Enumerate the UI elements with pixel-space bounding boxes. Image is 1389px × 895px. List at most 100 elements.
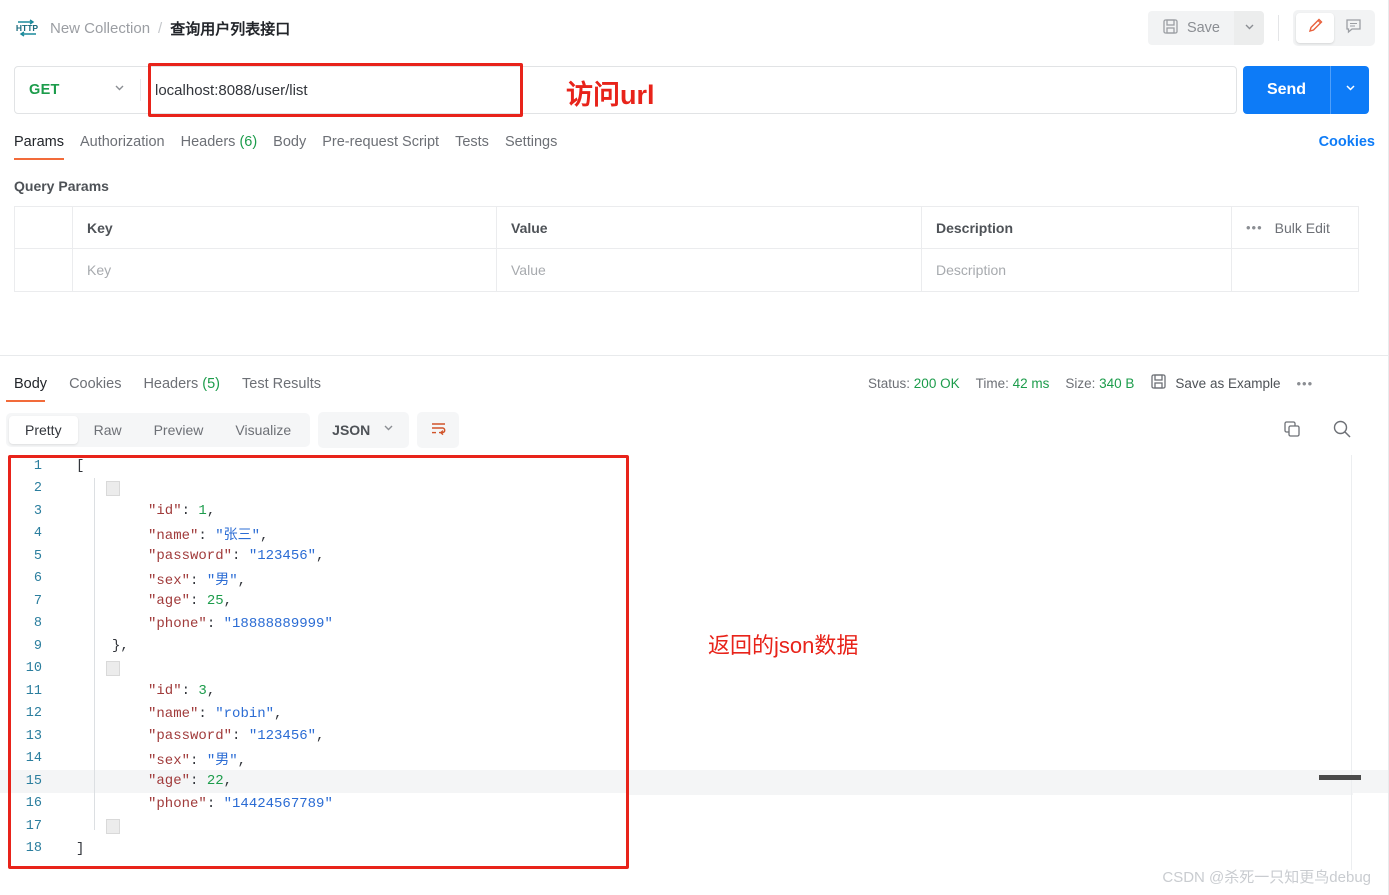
json-line: 4 "name": "张三", [0,523,1389,546]
line-number: 13 [25,728,42,744]
comments-button[interactable] [1334,13,1372,43]
line-number: 15 [25,773,42,789]
breadcrumb-collection[interactable]: New Collection [50,20,150,37]
wrap-lines-button[interactable] [417,412,460,448]
param-key-input[interactable]: Key [73,249,497,291]
response-tabs: Body Cookies Headers (5) Test Results [6,370,335,402]
tab-label: Body [14,376,48,392]
json-line-content: [ [56,458,84,474]
response-tab-cookies[interactable]: Cookies [61,370,135,402]
response-body-viewer[interactable]: 1[2{3"id": 1,4"name": "张三",5"password": … [0,455,1389,875]
chevron-down-icon [113,81,126,99]
response-more-ellipsis-icon[interactable]: ••• [1296,376,1313,391]
view-toggle-group [1293,10,1375,46]
save-button-group: Save [1147,11,1264,45]
view-mode-preview[interactable]: Preview [138,416,220,444]
fold-marker-close[interactable] [106,819,120,834]
copy-icon[interactable] [1281,418,1303,445]
request-tab-authorization[interactable]: Authorization [80,128,181,160]
json-token-s: "男" [206,572,238,589]
breadcrumb-current-request[interactable]: 查询用户列表接口 [170,18,290,39]
json-token-p: : [190,752,207,769]
json-line: 17} [0,815,1389,838]
param-description-input[interactable]: Description [922,249,1232,291]
response-tab-headers[interactable]: Headers (5) [135,370,234,402]
view-mode-raw[interactable]: Raw [78,416,138,444]
json-token-p: }, [112,638,129,655]
json-token-p: : [206,795,224,812]
ellipsis-icon[interactable]: ••• [1246,220,1263,235]
line-number: 9 [33,638,42,654]
time-label-group: Time: 42 ms [976,376,1050,391]
breadcrumb: New Collection / 查询用户列表接口 [50,18,290,39]
response-format-label: JSON [332,422,371,438]
json-line-content: "password": "123456", [56,548,324,564]
json-token-k: "id" [148,503,182,520]
view-mode-visualize[interactable]: Visualize [219,416,307,444]
request-tab-body[interactable]: Body [273,128,322,160]
fold-marker-second-open[interactable] [106,661,120,676]
json-token-p: : [190,773,207,790]
json-token-p: , [316,728,325,745]
response-format-selector[interactable]: JSON [318,412,410,448]
send-button[interactable]: Send [1243,81,1330,99]
request-tab-settings[interactable]: Settings [505,128,573,160]
fold-marker-open[interactable] [106,481,120,496]
json-line-content: "password": "123456", [56,728,324,744]
wrap-lines-icon [428,418,448,443]
search-icon[interactable] [1331,418,1353,445]
param-value-input[interactable]: Value [497,249,922,291]
query-params-title: Query Params [14,178,109,194]
json-token-s: "14424567789" [223,795,333,812]
json-token-k: "age" [148,773,191,790]
save-button-label: Save [1186,20,1220,36]
edit-mode-button[interactable] [1296,13,1334,43]
json-token-p: , [260,527,269,544]
line-number: 11 [25,683,42,699]
request-tab-params[interactable]: Params [14,128,80,160]
chevron-down-icon [1344,81,1357,99]
response-tab-body[interactable]: Body [6,370,61,402]
size-label: Size: [1065,375,1096,391]
column-header-key: Key [73,207,497,248]
json-line-content: "phone": "18888889999" [56,616,333,632]
json-token-k: "sex" [148,752,191,769]
tab-label: Cookies [69,376,122,392]
send-button-group: Send [1243,66,1369,114]
request-tab-pre-request-script[interactable]: Pre-request Script [322,128,455,160]
save-as-example-button[interactable]: Save as Example [1150,373,1280,393]
request-url-input[interactable]: localhost:8088/user/list [141,67,1236,113]
response-viewer-toolbar: Pretty Raw Preview Visualize JSON [6,412,460,448]
tab-label: Headers [143,376,199,392]
bulk-edit-button[interactable]: Bulk Edit [1275,220,1330,236]
http-method-selector[interactable]: GET [15,67,140,113]
save-options-button[interactable] [1234,11,1264,45]
json-token-p: : [232,728,249,745]
row-checkbox-cell[interactable] [15,249,73,291]
json-line: 7 "age": 25, [0,590,1389,613]
json-token-k: "name" [148,527,199,544]
response-tab-test-results[interactable]: Test Results [234,370,335,402]
json-line: 5 "password": "123456", [0,545,1389,568]
line-number: 10 [25,661,42,677]
response-scrollbar[interactable] [1319,455,1361,870]
json-line-content: "sex": "男", [56,749,246,769]
line-number: 7 [33,593,42,609]
json-token-k: "password" [148,548,233,565]
json-line-content: "id": 1, [56,503,215,519]
send-options-button[interactable] [1331,81,1369,99]
status-label: Status: [868,375,911,391]
json-token-s: "123456" [248,548,317,565]
save-button[interactable]: Save [1147,11,1234,45]
request-tab-headers[interactable]: Headers (6) [181,128,274,160]
tab-label: Tests [455,134,489,150]
tab-label: Headers [180,134,236,150]
scrollbar-thumb[interactable] [1319,775,1361,780]
status-value: 200 OK [913,375,960,391]
cookies-link[interactable]: Cookies [1319,134,1375,150]
json-line: 11 "id": 3, [0,680,1389,703]
json-token-n: 22 [206,773,224,790]
json-token-p: , [206,503,216,520]
view-mode-pretty[interactable]: Pretty [9,416,78,444]
request-tab-tests[interactable]: Tests [455,128,505,160]
